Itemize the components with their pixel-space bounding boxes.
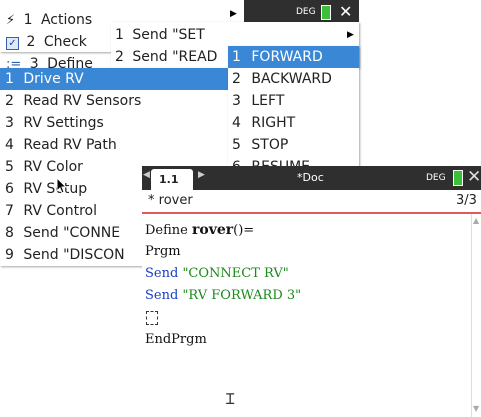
mode-label: DEG [426,173,446,183]
rover-item-path[interactable]: 4 Read RV Path [0,134,228,156]
code-editor[interactable]: Define rover()= Prgm Send "CONNECT RV" S… [142,214,471,417]
drive-item-backward[interactable]: 2 BACKWARD [228,68,359,90]
battery-icon [321,5,331,20]
scroll-up-icon[interactable]: ▲ [473,216,479,225]
code-line-prgm: Prgm [145,244,181,259]
top-arrow-icon: ▶ [230,9,237,19]
document-window: ◀ 1.1 ▶ *Doc DEG ✕ * rover 3/3 Define ro… [142,166,481,417]
drive-submenu: 1 FORWARD 2 BACKWARD 3 LEFT 4 RIGHT 5 ST… [228,46,359,168]
close-icon[interactable]: ✕ [339,2,352,21]
tab-prev-icon[interactable]: ◀ [143,170,150,180]
tab-bar: ◀ 1.1 ▶ *Doc DEG ✕ [142,166,481,190]
drive-item-right[interactable]: 4 RIGHT [228,112,359,134]
code-line-send-forward: Send "RV FORWARD 3" [145,288,302,303]
drive-item-stop[interactable]: 5 STOP [228,134,359,156]
doc-title: *Doc [297,171,324,184]
program-header: * rover 3/3 [142,190,481,214]
rover-item-sensors[interactable]: 2 Read RV Sensors [0,90,228,112]
code-line-endprgm: EndPrgm [145,332,207,347]
code-line-define: Define rover()= [145,222,255,238]
rover-item-settings[interactable]: 3 RV Settings [0,112,228,134]
scrollbar[interactable]: ▲ ▼ [471,214,481,417]
code-line-send-connect: Send "CONNECT RV" [145,266,289,281]
line-counter: 3/3 [456,193,477,208]
placeholder-box[interactable] [146,311,158,325]
chevron-right-icon: ▶ [347,30,354,40]
scroll-down-icon[interactable]: ▼ [473,404,479,413]
program-name: * rover [148,193,193,208]
mouse-pointer-icon [56,177,68,194]
tab-1-1[interactable]: 1.1 [151,169,193,190]
battery-icon [453,170,463,186]
lightning-icon: ⚡ [6,13,16,28]
drive-item-left[interactable]: 3 LEFT [228,90,359,112]
checkbox-icon: ✓ [6,37,19,50]
send-item-set[interactable]: 1 Send "SET [115,24,359,46]
tab-next-icon[interactable]: ▶ [198,170,205,180]
mode-label: DEG [296,7,316,17]
close-icon[interactable]: ✕ [467,167,481,187]
drive-item-forward[interactable]: 1 FORWARD [228,46,359,68]
text-cursor-icon: Ɪ [226,390,235,408]
rover-item-drive[interactable]: 1 Drive RV [0,68,228,90]
